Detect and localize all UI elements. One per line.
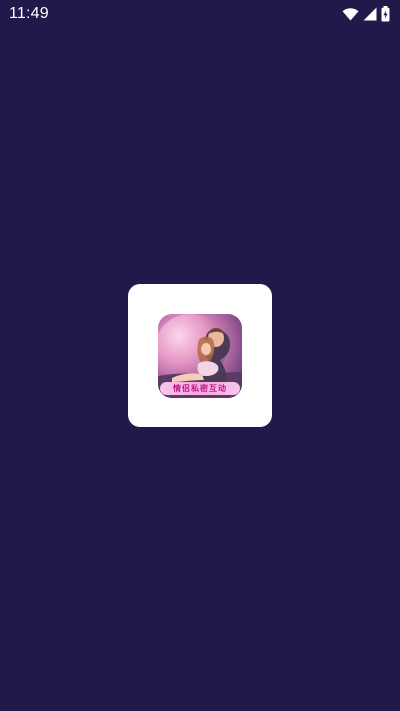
status-time: 11:49: [9, 5, 49, 22]
logo-banner: 情侣私密互动: [160, 382, 240, 395]
status-bar: 11:49: [0, 0, 400, 28]
app-logo: 情侣私密互动: [158, 314, 242, 398]
cellular-signal-icon: [363, 7, 377, 21]
wifi-icon: [342, 7, 359, 21]
battery-charging-icon: [381, 6, 390, 22]
status-icons: [342, 5, 390, 23]
logo-text: 情侣私密互动: [173, 383, 227, 393]
splash-card: 情侣私密互动: [128, 284, 272, 427]
